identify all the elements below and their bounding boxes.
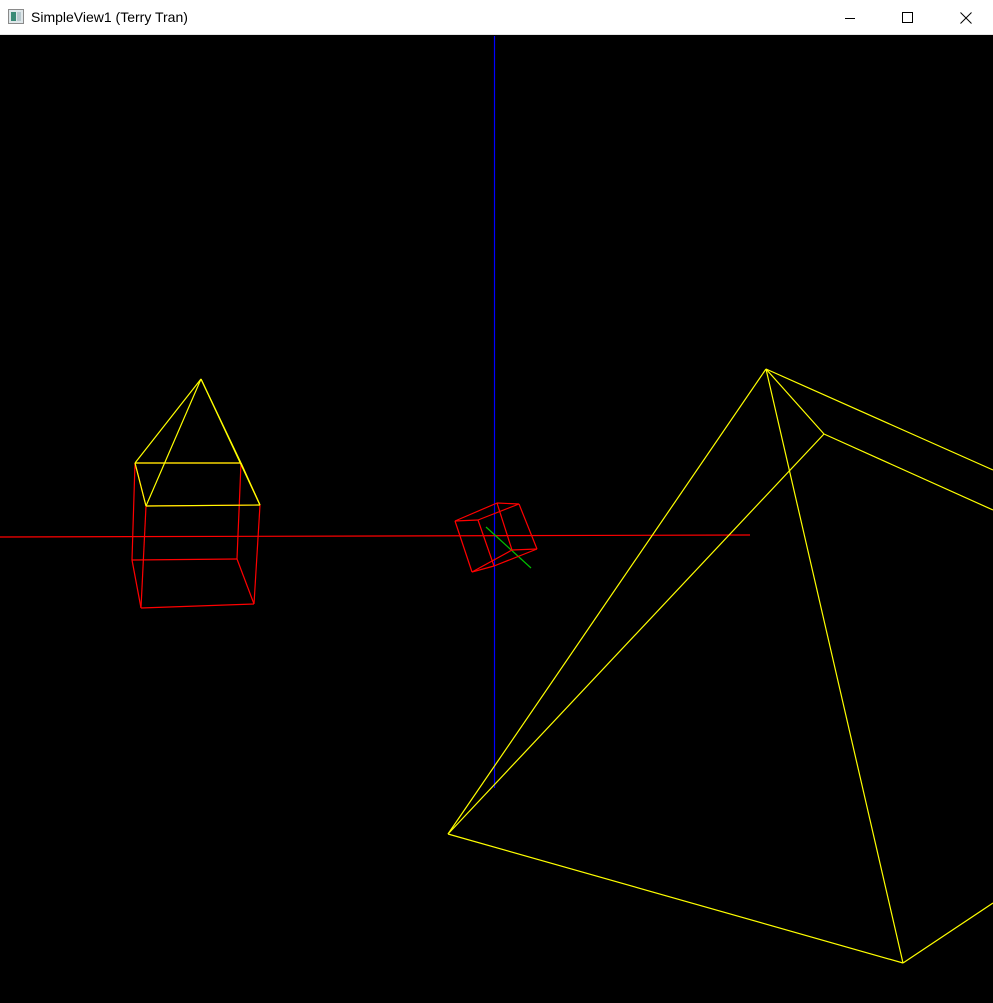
x-axis-line [0, 534, 751, 538]
app-window: SimpleView1 (Terry Tran) [0, 0, 993, 1003]
scene-canvas [0, 36, 993, 964]
left-wireframe-pyramid [134, 378, 261, 507]
3d-viewport[interactable] [0, 36, 993, 1003]
right-wireframe-pyramid [447, 368, 993, 964]
left-wireframe-cube [131, 462, 261, 609]
